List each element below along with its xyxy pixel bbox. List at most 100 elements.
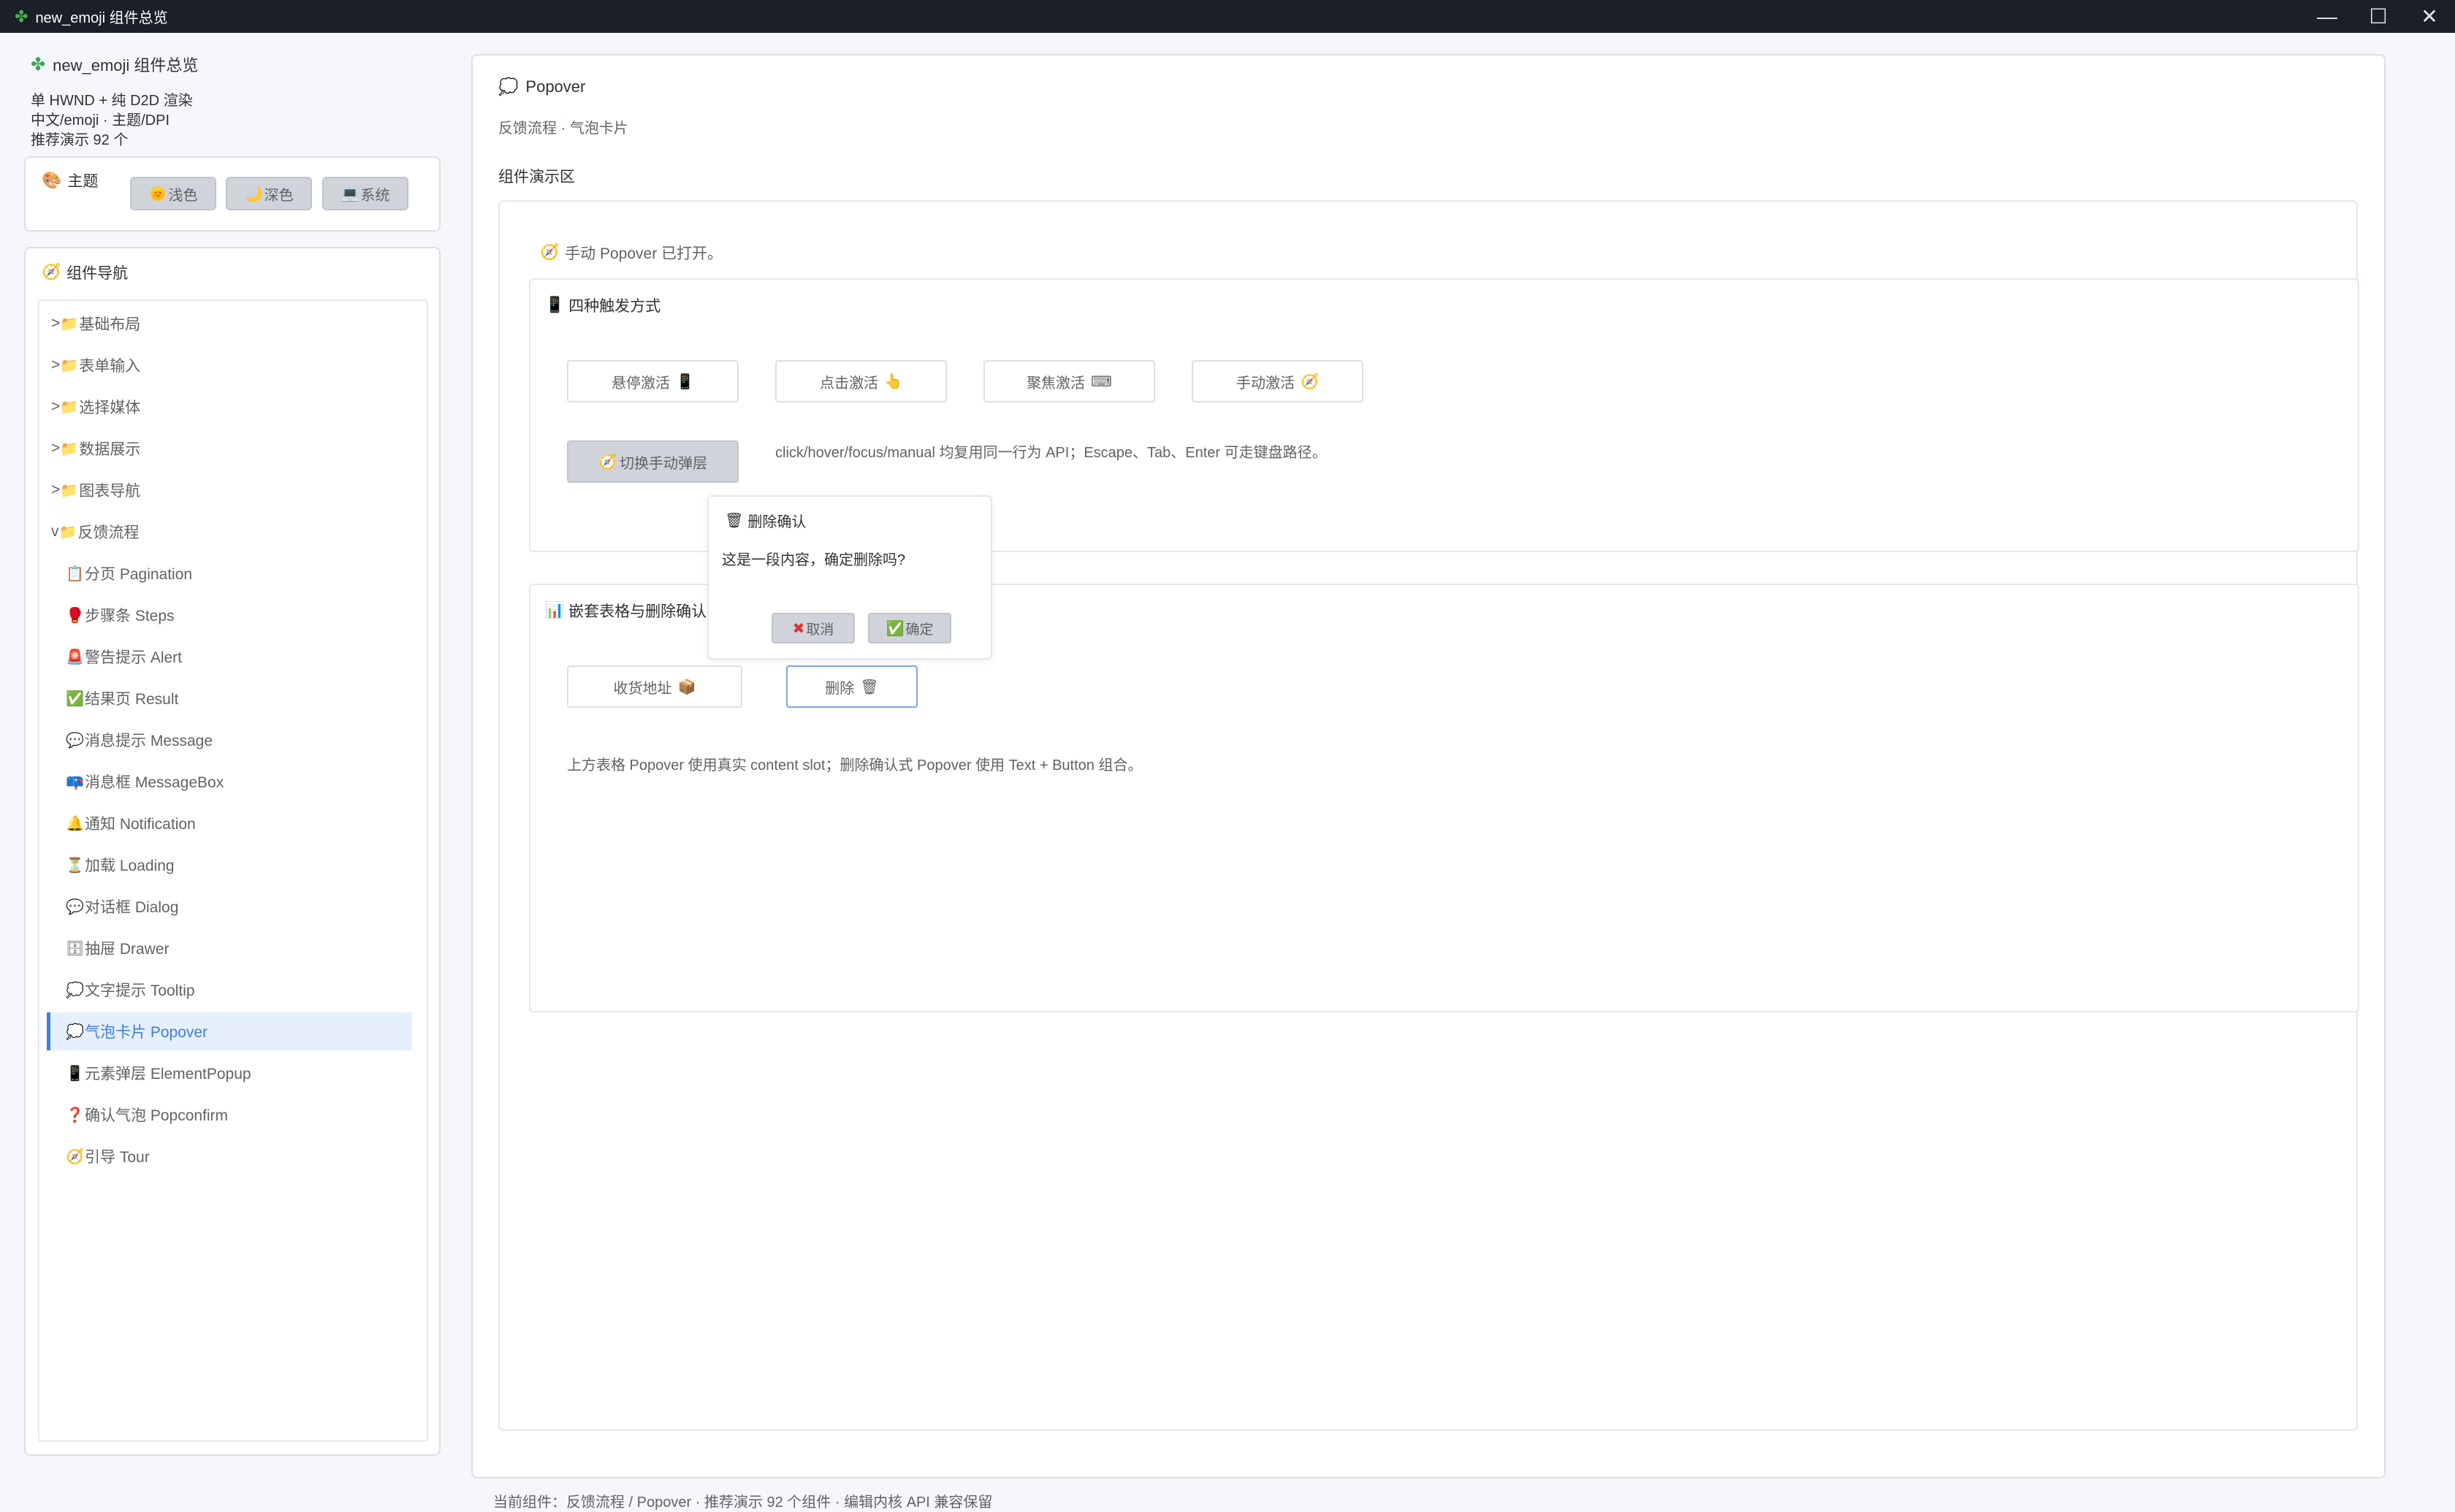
nav-item-messagebox[interactable]: 📪 消息框 MessageBox: [39, 763, 415, 801]
theme-light-button[interactable]: 🌞 浅色: [130, 177, 216, 210]
nav-item-tour[interactable]: 🧭 引导 Tour: [39, 1137, 415, 1175]
boxing-glove-icon: 🥊: [66, 607, 84, 624]
nav-item-notification[interactable]: 🔔 通知 Notification: [39, 804, 415, 842]
nav-item-tooltip[interactable]: 💭 文字提示 Tooltip: [39, 971, 415, 1009]
card-title-label: 嵌套表格与删除确认: [568, 603, 707, 620]
nav-item-elementpopup[interactable]: 📱 元素弹层 ElementPopup: [39, 1054, 415, 1092]
nested-description: 上方表格 Popover 使用真实 content slot；删除确认式 Pop…: [567, 757, 1143, 774]
button-label: 悬停激活: [612, 375, 671, 392]
clover-icon: ✤: [15, 7, 28, 26]
package-icon: 📦: [677, 679, 696, 695]
nav-item-loading[interactable]: ⏳ 加载 Loading: [39, 846, 415, 884]
theme-title-label: 主题: [67, 173, 99, 190]
nav-item-message[interactable]: 💬 消息提示 Message: [39, 721, 415, 759]
compass-icon: 🧭: [540, 244, 560, 261]
manual-trigger-button[interactable]: 手动激活 🧭: [1192, 360, 1363, 402]
theme-system-label: 系统: [360, 187, 390, 204]
expand-arrow: >: [51, 481, 61, 498]
expand-arrow: >: [51, 356, 61, 373]
nav-group-chart[interactable]: > 📁 图表导航: [39, 471, 415, 509]
laptop-icon: 💻: [340, 186, 359, 202]
nav-item-popover[interactable]: 💭 气泡卡片 Popover: [47, 1012, 412, 1050]
trash-icon: 🗑: [860, 679, 879, 695]
focus-trigger-button[interactable]: 聚焦激活 ⌨: [983, 360, 1155, 402]
nav-group-label: 图表导航: [79, 483, 141, 500]
theme-system-button[interactable]: 💻 系统: [322, 177, 408, 210]
book-icon: 📋: [66, 565, 84, 582]
nav-item-label: 文字提示 Tooltip: [85, 982, 195, 999]
brand: ✤ new_emoji 组件总览: [31, 53, 198, 76]
folder-icon: 📁: [60, 357, 79, 374]
expand-arrow: >: [51, 398, 61, 415]
nav-item-alert[interactable]: 🚨 警告提示 Alert: [39, 638, 415, 676]
close-button[interactable]: ✕: [2404, 0, 2455, 33]
window-title: new_emoji 组件总览: [35, 10, 168, 26]
nav-group-label: 基础布局: [79, 316, 141, 333]
mailbox-icon: 📪: [66, 774, 84, 790]
popover-body: 这是一段内容，确定删除吗?: [722, 552, 906, 568]
minimize-button[interactable]: —: [2302, 0, 2353, 33]
bar-chart-icon: 📊: [545, 602, 565, 619]
nav-item-result[interactable]: ✅ 结果页 Result: [39, 679, 415, 717]
theme-dark-button[interactable]: 🌙 深色: [226, 177, 312, 210]
nav-item-label: 步骤条 Steps: [85, 608, 175, 625]
brand-label: new_emoji 组件总览: [53, 56, 199, 75]
nav-item-steps[interactable]: 🥊 步骤条 Steps: [39, 596, 415, 634]
nav-group-media[interactable]: > 📁 选择媒体: [39, 388, 415, 426]
nav-group-form[interactable]: > 📁 表单输入: [39, 346, 415, 384]
siren-icon: 🚨: [66, 649, 84, 665]
nav-item-label: 对话框 Dialog: [85, 899, 179, 916]
mobile-icon: 📱: [676, 373, 694, 390]
nav-item-label: 消息提示 Message: [85, 733, 213, 749]
nav-group-label: 表单输入: [79, 358, 141, 375]
nav-panel: 🧭 组件导航 > 📁 基础布局 > 📁 表单输入 > 📁 选择媒体 > 📁 数据…: [24, 247, 441, 1456]
status-line: 🧭 手动 Popover 已打开。: [540, 242, 723, 264]
expand-arrow: >: [51, 315, 61, 332]
cancel-button[interactable]: ✖ 取消: [772, 613, 855, 644]
card-title: 📱 四种触发方式: [545, 294, 661, 316]
button-label: 删除: [825, 680, 855, 697]
theme-panel: 🎨 主题 🌞 浅色 🌙 深色 💻 系统: [24, 156, 441, 232]
address-button[interactable]: 收货地址 📦: [567, 665, 742, 708]
collapse-arrow: v: [51, 523, 59, 540]
nav-group-layout[interactable]: > 📁 基础布局: [39, 305, 415, 343]
nav-item-label: 气泡卡片 Popover: [85, 1024, 208, 1041]
nav-group-feedback[interactable]: v 📁 反馈流程: [39, 513, 415, 551]
nav-item-label: 加载 Loading: [85, 858, 175, 874]
nav-item-label: 通知 Notification: [85, 816, 196, 833]
nav-tree: > 📁 基础布局 > 📁 表单输入 > 📁 选择媒体 > 📁 数据展示 > 📁 …: [38, 299, 428, 1442]
maximize-button[interactable]: ☐: [2353, 0, 2404, 33]
info-line: 中文/emoji · 主题/DPI: [31, 112, 170, 129]
button-label: 切换手动弹层: [619, 455, 707, 472]
moon-icon: 🌙: [244, 186, 263, 202]
info-line: 单 HWND + 纯 D2D 渲染: [31, 93, 193, 109]
delete-button[interactable]: 删除 🗑: [786, 665, 918, 708]
demo-area: 🧭 手动 Popover 已打开。 📱 四种触发方式 悬停激活 📱 点击激活 👆…: [498, 200, 2359, 1431]
nav-group-data[interactable]: > 📁 数据展示: [39, 429, 415, 467]
nav-item-dialog[interactable]: 💬 对话框 Dialog: [39, 887, 415, 925]
palette-icon: 🎨: [42, 171, 62, 189]
thought-bubble-icon: 💭: [66, 982, 84, 999]
nav-group-label: 反馈流程: [77, 524, 140, 541]
nav-item-label: 消息框 MessageBox: [85, 774, 224, 791]
button-label: 确定: [905, 622, 934, 638]
nav-group-label: 选择媒体: [79, 400, 141, 416]
section-label: 组件演示区: [498, 169, 575, 186]
folder-icon: 📁: [60, 399, 79, 416]
cross-mark-icon: ✖: [792, 620, 805, 637]
nav-item-popconfirm[interactable]: ❓ 确认气泡 Popconfirm: [39, 1096, 415, 1134]
nav-title-label: 组件导航: [66, 265, 129, 282]
hover-trigger-button[interactable]: 悬停激活 📱: [567, 360, 739, 402]
click-trigger-button[interactable]: 点击激活 👆: [775, 360, 947, 402]
nav-item-label: 抽屉 Drawer: [85, 941, 170, 958]
delete-confirm-popover: 🗑 删除确认 这是一段内容，确定删除吗? ✖ 取消 ✅ 确定: [707, 495, 992, 660]
nav-item-pagination[interactable]: 📋 分页 Pagination: [39, 554, 415, 592]
confirm-button[interactable]: ✅ 确定: [868, 613, 951, 644]
status-text: 手动 Popover 已打开。: [565, 245, 723, 262]
nav-item-drawer[interactable]: 🗄 抽屉 Drawer: [39, 929, 415, 967]
check-icon: ✅: [886, 620, 905, 637]
folder-icon: 📁: [60, 440, 79, 457]
toggle-manual-popover-button[interactable]: 🧭 切换手动弹层: [567, 440, 739, 483]
main-panel: 💭 Popover 反馈流程 · 气泡卡片 组件演示区 🧭 手动 Popover…: [471, 54, 2386, 1478]
page-title: 💭 Popover: [498, 77, 585, 96]
